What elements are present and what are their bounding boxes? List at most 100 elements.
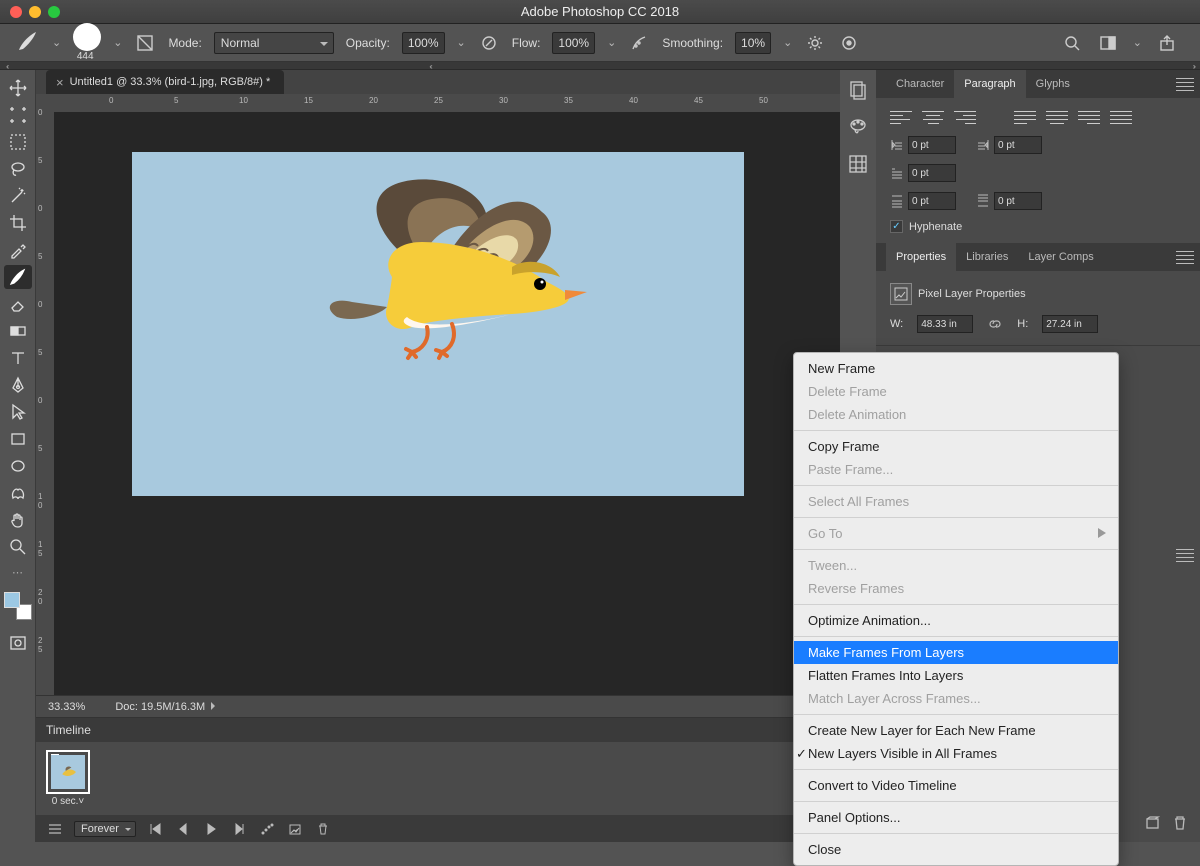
foreground-background-colors[interactable] xyxy=(4,592,32,620)
blend-mode-select[interactable]: Normal xyxy=(214,32,334,54)
marquee-tool[interactable] xyxy=(4,130,32,154)
pressure-opacity-icon[interactable] xyxy=(478,32,500,54)
panel-menu-icon[interactable] xyxy=(1176,75,1194,93)
history-icon[interactable] xyxy=(848,80,868,103)
trash-icon[interactable] xyxy=(314,820,332,838)
justify-all-icon[interactable] xyxy=(1110,108,1132,126)
first-line-indent-field[interactable] xyxy=(890,164,956,182)
width-input[interactable] xyxy=(917,315,973,333)
opacity-value[interactable]: 100% xyxy=(402,32,445,54)
tab-paragraph[interactable]: Paragraph xyxy=(954,70,1025,98)
chevron-down-icon[interactable]: ⌄ xyxy=(607,36,616,49)
chevron-down-icon[interactable]: ⌄ xyxy=(783,36,792,49)
share-icon[interactable] xyxy=(1156,32,1178,54)
brush-preview[interactable] xyxy=(73,23,101,51)
brush-panel-icon[interactable] xyxy=(134,32,156,54)
path-select-tool[interactable] xyxy=(4,400,32,424)
chevron-down-icon[interactable]: ⌄ xyxy=(457,36,466,49)
prev-frame-icon[interactable] xyxy=(174,820,192,838)
close-tab-icon[interactable]: × xyxy=(56,75,64,90)
justify-left-icon[interactable] xyxy=(1014,108,1036,126)
zoom-level[interactable]: 33.33% xyxy=(48,701,85,713)
crop-tool[interactable] xyxy=(4,211,32,235)
smoothing-value[interactable]: 10% xyxy=(735,32,771,54)
search-icon[interactable] xyxy=(1061,32,1083,54)
justify-center-icon[interactable] xyxy=(1046,108,1068,126)
tab-layer-comps[interactable]: Layer Comps xyxy=(1018,243,1103,271)
align-right-icon[interactable] xyxy=(954,108,976,126)
menu-item[interactable]: Flatten Frames Into Layers xyxy=(794,664,1118,687)
chevron-down-icon[interactable]: ⌄ xyxy=(113,36,122,49)
airbrush-icon[interactable] xyxy=(628,32,650,54)
menu-item[interactable]: Optimize Animation... xyxy=(794,609,1118,632)
menu-item[interactable]: Make Frames From Layers xyxy=(794,641,1118,664)
align-left-icon[interactable] xyxy=(890,108,912,126)
custom-shape-tool[interactable] xyxy=(4,481,32,505)
pen-tool[interactable] xyxy=(4,373,32,397)
grid-icon[interactable] xyxy=(848,154,868,177)
move-tool[interactable] xyxy=(4,76,32,100)
swatches-icon[interactable] xyxy=(848,117,868,140)
lasso-tool[interactable] xyxy=(4,157,32,181)
doc-size-label[interactable]: Doc: 19.5M/16.3M xyxy=(115,701,219,713)
menu-item[interactable]: Panel Options... xyxy=(794,806,1118,829)
window-minimize-button[interactable] xyxy=(29,6,41,18)
frame-duration[interactable]: 0 sec.˅ xyxy=(52,796,85,807)
current-tool-icon[interactable] xyxy=(16,29,40,56)
window-close-button[interactable] xyxy=(10,6,22,18)
tab-character[interactable]: Character xyxy=(886,70,954,98)
artboard[interactable] xyxy=(132,152,744,496)
brush-tool[interactable] xyxy=(4,265,32,289)
next-frame-icon[interactable] xyxy=(230,820,248,838)
canvas-viewport[interactable]: 05101520253035404550 050505051 01 52 02 … xyxy=(36,94,840,695)
panel-menu-icon[interactable] xyxy=(1176,546,1194,564)
indent-left-field[interactable] xyxy=(890,136,956,154)
tab-properties[interactable]: Properties xyxy=(886,243,956,271)
menu-item[interactable]: Convert to Video Timeline xyxy=(794,774,1118,797)
artboard-tool[interactable] xyxy=(4,103,32,127)
ellipse-tool[interactable] xyxy=(4,454,32,478)
menu-item[interactable]: Close xyxy=(794,838,1118,861)
zoom-tool[interactable] xyxy=(4,535,32,559)
space-after-field[interactable] xyxy=(976,192,1042,210)
hyphenate-checkbox[interactable]: ✓Hyphenate xyxy=(890,220,1186,233)
align-center-icon[interactable] xyxy=(922,108,944,126)
panel-menu-icon[interactable] xyxy=(1176,248,1194,266)
expand-right-icon[interactable]: ›› xyxy=(1193,62,1194,69)
pressure-size-icon[interactable] xyxy=(838,32,860,54)
type-tool[interactable] xyxy=(4,346,32,370)
chevron-down-icon[interactable]: ⌄ xyxy=(52,36,61,49)
eraser-tool[interactable] xyxy=(4,292,32,316)
dots-icon[interactable]: ⋯ xyxy=(12,566,23,579)
space-before-field[interactable] xyxy=(890,192,956,210)
window-zoom-button[interactable] xyxy=(48,6,60,18)
expand-right-icon[interactable]: ‹‹ xyxy=(429,62,430,69)
trash-icon[interactable] xyxy=(1172,815,1188,834)
magic-wand-tool[interactable] xyxy=(4,184,32,208)
gear-icon[interactable] xyxy=(804,32,826,54)
timeline-menu-icon[interactable] xyxy=(46,820,64,838)
menu-item[interactable]: New Frame xyxy=(794,357,1118,380)
new-frame-icon[interactable] xyxy=(286,820,304,838)
loop-select[interactable]: Forever xyxy=(74,821,136,837)
flow-value[interactable]: 100% xyxy=(552,32,595,54)
tab-glyphs[interactable]: Glyphs xyxy=(1026,70,1080,98)
justify-right-icon[interactable] xyxy=(1078,108,1100,126)
document-tab[interactable]: × Untitled1 @ 33.3% (bird-1.jpg, RGB/8#)… xyxy=(46,70,284,94)
quick-mask-tool[interactable] xyxy=(4,631,32,655)
menu-item[interactable]: Create New Layer for Each New Frame xyxy=(794,719,1118,742)
menu-item[interactable]: ✓New Layers Visible in All Frames xyxy=(794,742,1118,765)
indent-right-field[interactable] xyxy=(976,136,1042,154)
menu-item[interactable]: Copy Frame xyxy=(794,435,1118,458)
chevron-down-icon[interactable]: ⌄ xyxy=(1133,36,1142,49)
play-icon[interactable] xyxy=(202,820,220,838)
tween-icon[interactable] xyxy=(258,820,276,838)
new-layer-icon[interactable] xyxy=(1144,815,1160,834)
gradient-tool[interactable] xyxy=(4,319,32,343)
tab-libraries[interactable]: Libraries xyxy=(956,243,1018,271)
height-input[interactable] xyxy=(1042,315,1098,333)
timeline-frame[interactable]: 1 0 sec.˅ xyxy=(46,750,90,807)
workspace-icon[interactable] xyxy=(1097,32,1119,54)
link-wh-icon[interactable] xyxy=(987,316,1003,332)
first-frame-icon[interactable] xyxy=(146,820,164,838)
